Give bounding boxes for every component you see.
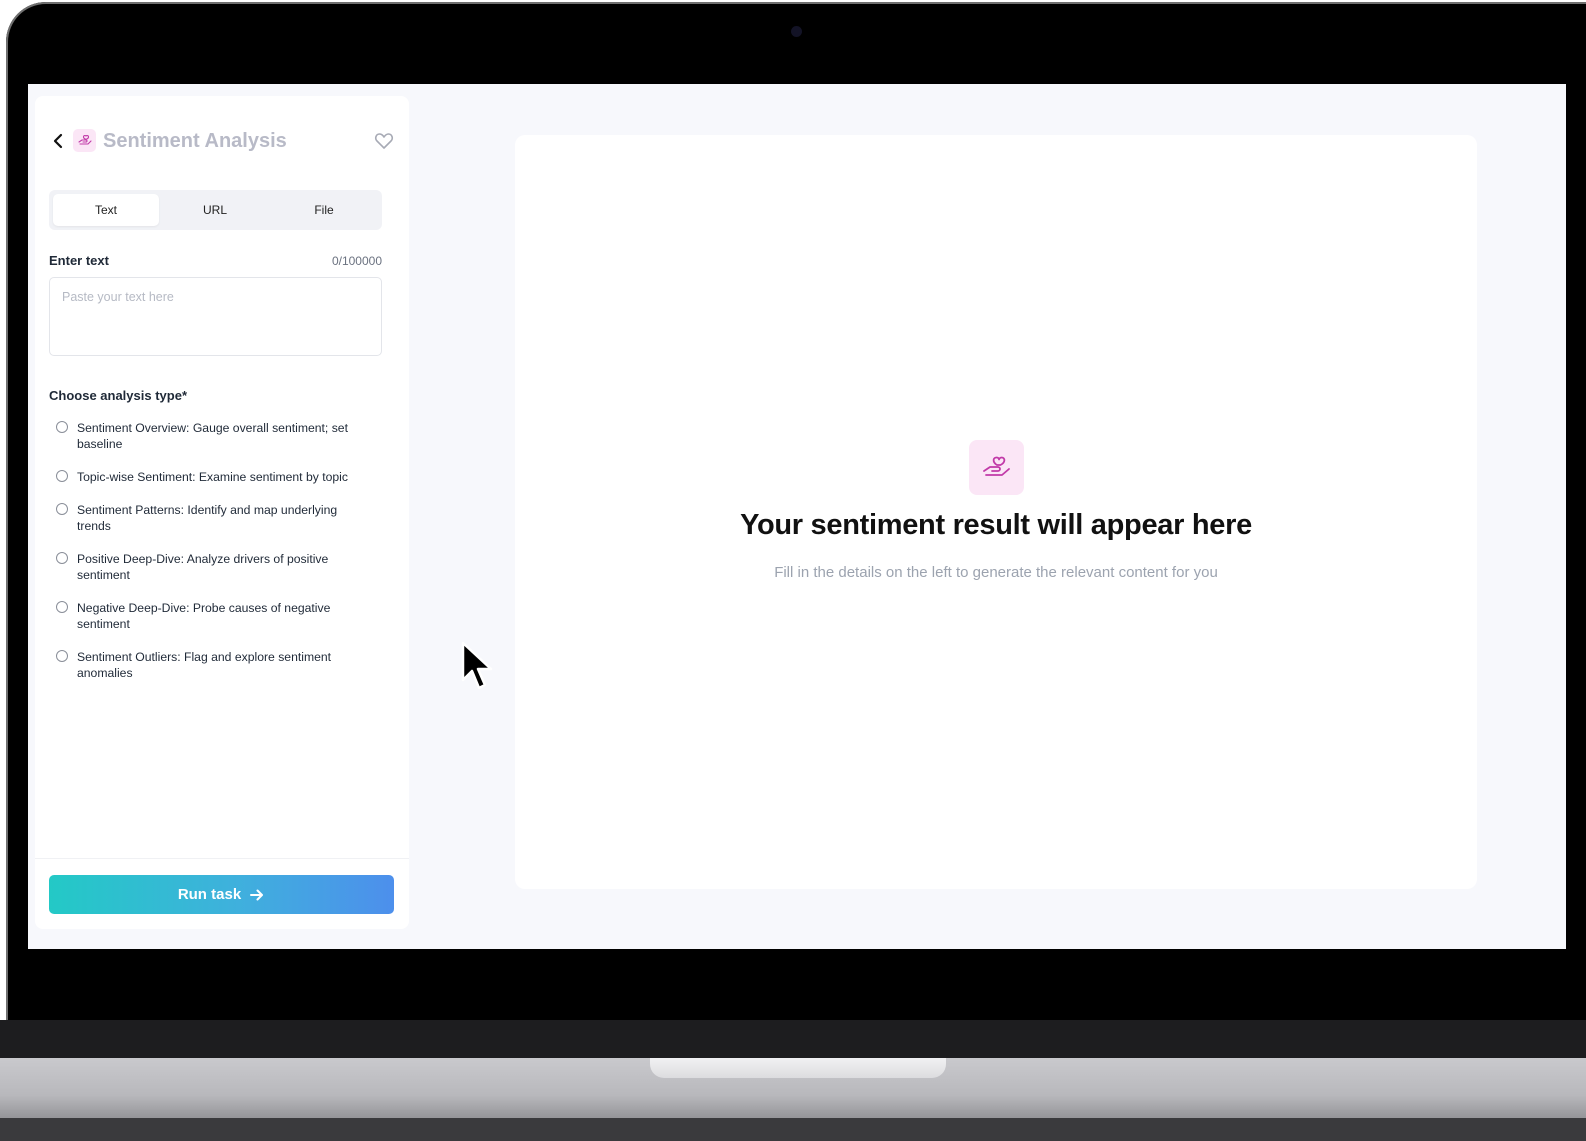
option-label: Sentiment Outliers: Flag and explore sen… <box>77 650 332 680</box>
option-label: Negative Deep-Dive: Probe causes of nega… <box>77 601 331 631</box>
tab-url[interactable]: URL <box>162 194 268 226</box>
camera-dot <box>791 26 802 37</box>
result-title: Your sentiment result will appear here <box>740 509 1252 541</box>
mouse-cursor-icon <box>461 641 493 690</box>
radio-button[interactable] <box>56 470 68 482</box>
option-negative-deep-dive[interactable]: Negative Deep-Dive: Probe causes of nega… <box>56 600 376 633</box>
laptop-notch <box>650 1058 946 1078</box>
tab-text[interactable]: Text <box>53 194 159 226</box>
radio-button[interactable] <box>56 421 68 433</box>
laptop-mockup: Sentiment Analysis Text URL File Enter t… <box>0 0 1586 1141</box>
run-task-button[interactable]: Run task <box>49 875 394 914</box>
panel-header: Sentiment Analysis <box>49 128 395 154</box>
analysis-type-options: Sentiment Overview: Gauge overall sentim… <box>56 420 376 698</box>
hand-heart-icon <box>78 134 92 145</box>
radio-button[interactable] <box>56 650 68 662</box>
laptop-base-edge <box>0 1118 1586 1141</box>
run-task-label: Run task <box>177 886 242 903</box>
radio-button[interactable] <box>56 552 68 564</box>
app-icon <box>73 129 96 152</box>
option-sentiment-overview[interactable]: Sentiment Overview: Gauge overall sentim… <box>56 420 376 453</box>
option-label: Sentiment Overview: Gauge overall sentim… <box>77 421 348 451</box>
app-screen: Sentiment Analysis Text URL File Enter t… <box>28 84 1566 949</box>
radio-button[interactable] <box>56 601 68 613</box>
option-sentiment-outliers[interactable]: Sentiment Outliers: Flag and explore sen… <box>56 649 376 682</box>
option-positive-deep-dive[interactable]: Positive Deep-Dive: Analyze drivers of p… <box>56 551 376 584</box>
result-icon-badge <box>969 440 1024 495</box>
arrow-right-icon <box>250 889 264 900</box>
heart-icon <box>374 133 394 149</box>
result-area: Your sentiment result will appear here F… <box>515 135 1477 889</box>
input-type-tabs: Text URL File <box>49 190 382 230</box>
enter-text-label: Enter text <box>49 253 109 268</box>
analysis-type-label: Choose analysis type* <box>49 388 187 403</box>
favorite-button[interactable] <box>373 130 395 152</box>
option-label: Topic-wise Sentiment: Examine sentiment … <box>77 470 348 484</box>
back-button[interactable] <box>49 130 69 152</box>
divider <box>35 858 409 859</box>
laptop-hinge <box>0 1020 1586 1060</box>
option-label: Positive Deep-Dive: Analyze drivers of p… <box>77 552 329 582</box>
result-subtitle: Fill in the details on the left to gener… <box>774 564 1218 581</box>
option-topic-wise-sentiment[interactable]: Topic-wise Sentiment: Examine sentiment … <box>56 469 376 486</box>
chevron-left-icon <box>53 133 63 149</box>
character-counter: 0/100000 <box>331 254 382 268</box>
radio-button[interactable] <box>56 503 68 515</box>
option-sentiment-patterns[interactable]: Sentiment Patterns: Identify and map und… <box>56 502 376 535</box>
tab-file[interactable]: File <box>271 194 377 226</box>
panel-title: Sentiment Analysis <box>103 130 287 152</box>
option-label: Sentiment Patterns: Identify and map und… <box>77 503 338 533</box>
text-input[interactable] <box>49 277 382 356</box>
input-panel: Sentiment Analysis Text URL File Enter t… <box>35 96 409 929</box>
hand-heart-icon <box>983 456 1010 476</box>
